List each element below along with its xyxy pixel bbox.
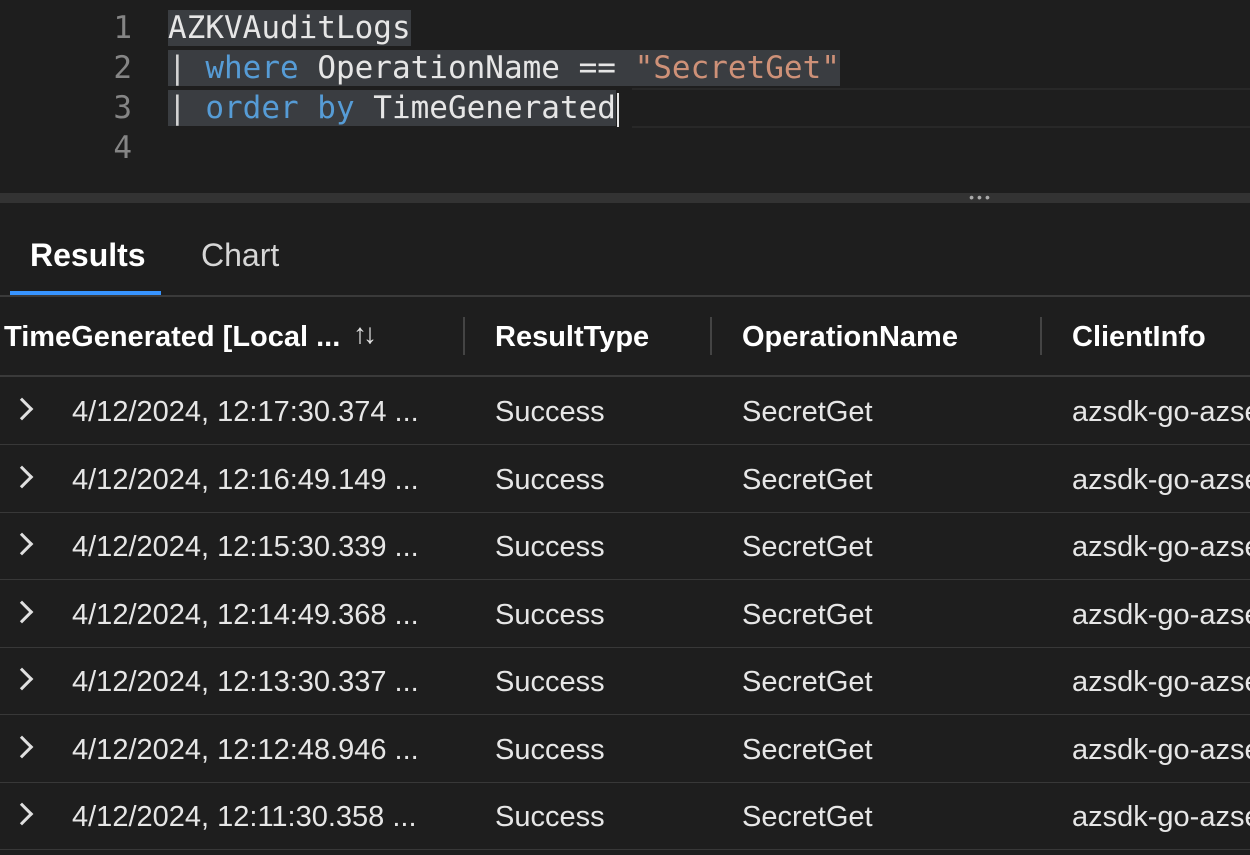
results-tabs: Results Chart — [0, 203, 1250, 297]
cell-timegenerated: 4/12/2024, 12:13:30.337 ... — [72, 666, 419, 698]
cell-resulttype: Success — [495, 598, 605, 631]
cell-timegenerated: 4/12/2024, 12:17:30.374 ... — [72, 396, 419, 428]
table-row[interactable]: 4/12/2024, 12:14:49.368 ... Success Secret… — [0, 580, 1250, 648]
results-table: TimeGenerated [Local ... ↑↓ ResultType O… — [0, 297, 1250, 855]
cell-clientinfo: azsdk-go-azsecrets/v1.1.0 — [1072, 463, 1250, 496]
table-row[interactable]: 4/12/2024, 12:11:30.358 ... Success Secret… — [0, 782, 1250, 850]
cell-resulttype: Success — [495, 463, 605, 496]
code-text[interactable]: | where OperationName == "SecretGet" — [168, 48, 840, 88]
table-row[interactable]: 4/12/2024, 12:15:30.339 ... Success Secret… — [0, 512, 1250, 580]
cell-operationname: SecretGet — [742, 733, 873, 766]
cell-operationname: SecretGet — [742, 531, 873, 563]
expand-row-button[interactable] — [0, 647, 50, 714]
text-selection: | order by TimeGenerated — [168, 90, 616, 126]
cell-timegenerated: 4/12/2024, 12:14:49.368 ... — [72, 598, 419, 631]
code-line[interactable]: 3 | order by TimeGenerated — [0, 88, 1250, 128]
code-text[interactable]: | order by TimeGenerated — [168, 88, 619, 128]
active-tab-indicator — [10, 291, 161, 295]
code-text[interactable]: AZKVAuditLogs — [168, 8, 411, 48]
code-line[interactable]: 4 — [0, 128, 1250, 168]
expand-row-button[interactable] — [0, 512, 50, 579]
line-number: 4 — [113, 130, 132, 166]
more-horizontal-icon[interactable]: ••• — [963, 190, 999, 204]
line-number: 1 — [113, 10, 132, 46]
cell-operationname: SecretGet — [742, 801, 873, 833]
code-token: where — [205, 50, 299, 86]
code-line[interactable]: 1 AZKVAuditLogs — [0, 8, 1250, 48]
text-selection: AZKVAuditLogs — [168, 10, 411, 46]
table-row[interactable]: 4/12/2024, 12:12:48.946 ... Success Secret… — [0, 715, 1250, 783]
query-editor[interactable]: 1 AZKVAuditLogs 2 | where OperationName == … — [0, 0, 1250, 193]
cell-resulttype: Success — [495, 396, 605, 428]
cell-clientinfo: azsdk-go-azsecrets/v1.1.0 — [1072, 531, 1250, 563]
text-selection: | where OperationName == "SecretGet" — [168, 50, 840, 86]
chevron-right-icon — [10, 735, 34, 758]
chevron-right-icon — [10, 465, 34, 488]
cell-operationname: SecretGet — [742, 598, 873, 631]
chevron-right-icon — [10, 600, 34, 623]
cell-resulttype: Success — [495, 801, 605, 833]
column-header-resulttype[interactable]: ResultType — [495, 297, 649, 377]
code-token: | — [168, 90, 206, 126]
table-header: TimeGenerated [Local ... ↑↓ ResultType O… — [0, 297, 1250, 377]
cell-resulttype: Success — [495, 733, 605, 766]
table-row[interactable]: 4/12/2024, 12:16:49.149 ... Success Secret… — [0, 445, 1250, 513]
expand-row-button[interactable] — [0, 445, 50, 512]
cell-clientinfo: azsdk-go-azsecrets/v1.1.0 — [1072, 396, 1250, 428]
table-row[interactable]: 4/12/2024, 12:13:30.337 ... Success Secret… — [0, 647, 1250, 715]
chevron-right-icon — [10, 397, 34, 421]
code-token: OperationName == — [298, 50, 635, 86]
cell-clientinfo: azsdk-go-azsecrets/v1.1.0 — [1072, 666, 1250, 698]
cell-clientinfo: azsdk-go-azsecrets/v1.1.0 — [1072, 733, 1250, 766]
column-resize-handle[interactable] — [710, 317, 712, 355]
tab-chart[interactable]: Chart — [201, 237, 279, 274]
column-resize-handle[interactable] — [463, 317, 465, 355]
cell-operationname: SecretGet — [742, 666, 873, 698]
tab-results[interactable]: Results — [30, 237, 146, 274]
line-number: 3 — [113, 90, 132, 126]
cell-operationname: SecretGet — [742, 396, 873, 428]
line-number: 2 — [113, 50, 132, 86]
cell-timegenerated: 4/12/2024, 12:16:49.149 ... — [72, 463, 419, 496]
code-line[interactable]: 2 | where OperationName == "SecretGet" — [0, 48, 1250, 88]
expand-row-button[interactable] — [0, 377, 50, 444]
expand-row-button[interactable] — [0, 715, 50, 782]
cell-resulttype: Success — [495, 531, 605, 563]
table-row[interactable]: 4/12/2024, 12:17:30.374 ... Success Secret… — [0, 377, 1250, 445]
code-token: order by — [205, 90, 355, 126]
cell-timegenerated: 4/12/2024, 12:11:30.358 ... — [72, 801, 417, 833]
expand-row-button[interactable] — [0, 782, 50, 849]
code-token: AZKVAuditLogs — [168, 10, 411, 46]
column-header-clientinfo[interactable]: ClientInfo — [1072, 297, 1206, 377]
cell-operationname: SecretGet — [742, 463, 873, 496]
code-token: | — [168, 50, 206, 86]
cell-clientinfo: azsdk-go-azsecrets/v1.1.0 — [1072, 801, 1250, 833]
cell-resulttype: Success — [495, 666, 605, 698]
column-header-operationname[interactable]: OperationName — [742, 297, 958, 377]
cell-timegenerated: 4/12/2024, 12:12:48.946 ... — [72, 733, 419, 766]
code-token: TimeGenerated — [354, 90, 616, 126]
cell-timegenerated: 4/12/2024, 12:15:30.339 ... — [72, 531, 419, 563]
pane-splitter[interactable]: ••• — [0, 190, 1250, 204]
current-line-highlight — [632, 88, 1250, 128]
sort-arrows-icon[interactable]: ↑↓ — [353, 297, 377, 377]
column-resize-handle[interactable] — [1040, 317, 1042, 355]
expand-row-button[interactable] — [0, 580, 50, 647]
chevron-right-icon — [10, 667, 34, 691]
chevron-right-icon — [10, 802, 34, 826]
cell-clientinfo: azsdk-go-azsecrets/v1.1.0 — [1072, 598, 1250, 631]
text-cursor — [616, 92, 619, 127]
code-token: "SecretGet" — [634, 50, 840, 86]
column-header-timegenerated[interactable]: TimeGenerated [Local ... — [4, 297, 340, 377]
chevron-right-icon — [10, 532, 34, 556]
